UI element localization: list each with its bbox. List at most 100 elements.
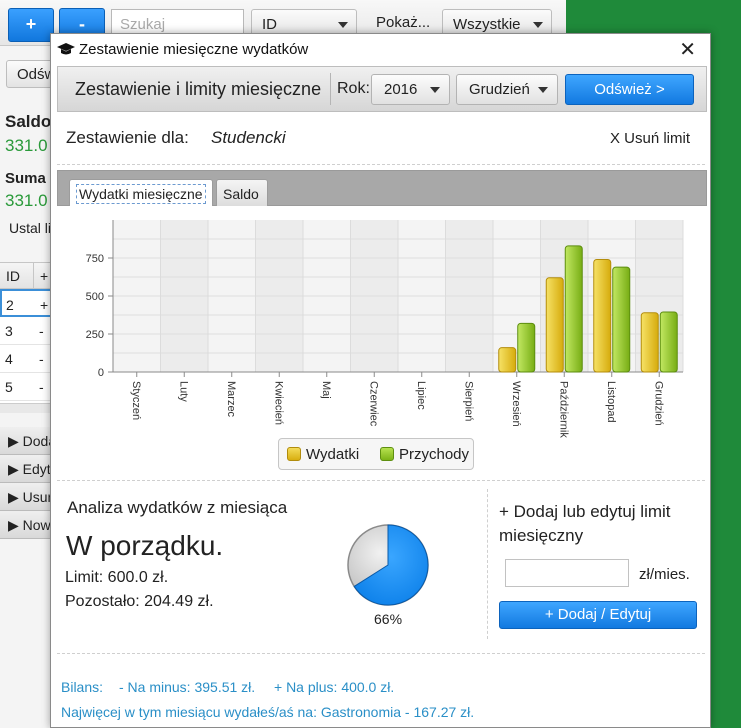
tab-monthly-expenses-label: Wydatki miesięczne [76,184,206,204]
table-row[interactable]: 4 - [0,345,52,373]
analysis-limit: Limit: 600.0 zł. [65,569,169,586]
accordion-new[interactable]: ▶ Nowy [0,511,52,539]
divider [57,480,705,481]
chevron-down-icon [533,22,543,28]
table-row[interactable]: 5 - [0,373,52,401]
x-tick-label: Czerwiec [367,381,379,427]
tab-bar: Wydatki miesięczne Saldo [57,170,707,207]
dialog-toolbar: Zestawienie i limity miesięczne Rok: 201… [57,66,707,112]
cell-type: - [39,379,44,395]
accordion-add-label: Dodaj [22,433,52,449]
year-label: Rok: [337,80,370,97]
tab-balance[interactable]: Saldo [216,179,268,207]
accordion-add[interactable]: ▶ Dodaj [0,427,52,455]
limit-unit: zł/mies. [639,566,690,583]
cell-id: 5 [5,379,13,395]
y-tick-label: 250 [86,329,104,341]
analysis-title: Analiza wydatków z miesiąca [67,498,288,517]
cell-type: - [39,351,44,367]
graduation-cap-icon [57,43,75,55]
add-button[interactable]: + [8,8,54,42]
legend-swatch-income [380,447,394,461]
remove-limit-button[interactable]: X Usuń limit [610,130,690,147]
limit-amount-input[interactable] [505,559,629,587]
accordion-new-label: Nowy [22,517,52,533]
month-select-value: Grudzień [469,81,530,98]
y-tick-label: 750 [86,253,104,265]
suma-title: Suma [5,170,46,187]
x-tick-label: Wrzesień [510,381,522,427]
dialog-title: Zestawienie miesięczne wydatków [79,41,309,58]
bar-expenses [640,312,659,373]
vertical-divider [487,489,488,639]
toolbar-title: Zestawienie i limity miesięczne [75,79,322,99]
accordion-edit[interactable]: ▶ Edytuj [0,455,52,483]
analysis-status: W porządku. [66,530,224,561]
bar-expenses [545,277,564,373]
month-select[interactable]: Grudzień [456,74,558,105]
table-row[interactable]: 3 - [0,317,52,345]
x-tick-label: Styczeń [130,381,142,420]
monthly-summary-dialog: Zestawienie miesięczne wydatków ✕ Zestaw… [50,33,711,728]
tab-balance-label: Saldo [223,186,259,202]
cell-type: - [39,323,44,339]
usage-pie-chart [347,524,429,606]
bar-expenses [498,347,517,373]
table-row[interactable]: 2 + [0,289,52,317]
y-tick-label: 0 [98,367,104,379]
x-tick-label: Lipiec [415,381,427,410]
x-tick-label: Luty [177,381,189,402]
dialog-titlebar: Zestawienie miesięczne wydatków ✕ [51,34,710,64]
legend-swatch-expenses [287,447,301,461]
bar-expenses [593,259,612,373]
x-tick-label: Maj [320,381,332,399]
balance-plus: + Na plus: 400.0 zł. [274,679,395,695]
table-header-id[interactable]: ID [0,263,34,289]
tab-monthly-expenses[interactable]: Wydatki miesięczne [69,179,213,207]
cell-id: 3 [5,323,13,339]
summary-account-name: Studencki [211,128,286,147]
field-combo-value: ID [262,16,277,33]
bar-income [659,311,678,373]
saldo-title: Saldo [5,112,52,131]
pie-percent-label: 66% [374,611,403,627]
accordion-delete[interactable]: ▶ Usuń [0,483,52,511]
x-tick-label: Kwiecień [272,381,284,425]
year-select[interactable]: 2016 [371,74,450,105]
chart-legend: Wydatki Przychody [278,438,474,470]
cell-type: + [40,297,49,313]
chevron-down-icon [430,87,440,93]
chevron-down-icon [338,22,348,28]
monthly-bar-chart: 0 250 500 750 Styczeń Luty Marzec Kwiecień Maj Cz… [86,220,684,438]
add-limit-title: + Dodaj lub edytuj limit miesięczny [499,502,671,545]
cell-id: 2 [6,297,14,313]
bar-income [517,322,536,373]
year-select-value: 2016 [384,81,418,98]
top-category-info: Najwięcej w tym miesiącu wydałeś/aś na: … [61,704,475,720]
saldo-value: 331.0 [5,136,48,155]
divider [57,653,705,654]
add-edit-limit-button[interactable]: + Dodaj / Edytuj [499,601,697,629]
balance-minus: - Na minus: 395.51 zł. [119,679,256,695]
divider [57,164,705,165]
chevron-down-icon [538,87,548,93]
x-tick-label: Sierpień [462,381,474,421]
y-tick-label: 500 [86,291,104,303]
legend-label-income: Przychody [399,446,470,463]
table-scrollbar[interactable] [0,403,52,413]
accordion-delete-label: Usuń [22,489,52,505]
suma-value: 331.0 [5,191,48,210]
bar-income [564,245,583,373]
show-label: Pokaż... [376,14,431,31]
x-tick-label: Marzec [225,381,237,418]
legend-label-expenses: Wydatki [306,446,360,463]
refresh-button[interactable]: Odśwież > [565,74,694,105]
toolbar-separator [330,73,331,105]
bar-income [612,266,631,373]
close-icon[interactable]: ✕ [679,37,696,62]
analysis-remaining: Pozostało: 204.49 zł. [65,593,214,610]
x-tick-label: Grudzień [652,381,664,426]
x-tick-label: Październik [557,381,569,438]
accordion-edit-label: Edytuj [22,461,52,477]
records-table: ID + 2 + 3 - 4 - 5 - [0,262,54,413]
